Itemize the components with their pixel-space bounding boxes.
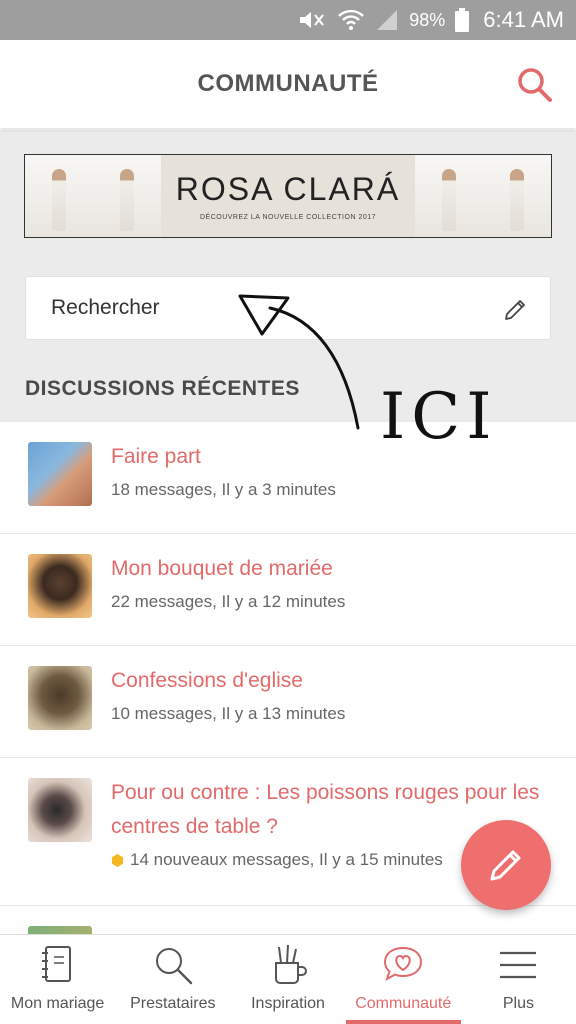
banner-area: ROSA CLARÁ DÉCOUVREZ LA NOUVELLE COLLECT… [0, 130, 576, 262]
wifi-icon [337, 8, 365, 32]
banner-photo [483, 155, 551, 237]
nav-item-inspiration[interactable]: Inspiration [230, 935, 345, 1024]
status-bar: 98% 6:41 AM [0, 0, 576, 40]
menu-icon [500, 951, 537, 979]
discussion-meta: 10 messages, Il y a 13 minutes [111, 704, 346, 723]
section-header: DISCUSSIONS RÉCENTES [0, 356, 576, 422]
list-item[interactable] [0, 906, 576, 934]
new-discussion-button[interactable] [461, 820, 551, 910]
avatar [28, 554, 92, 618]
avatar [28, 926, 92, 934]
search-button[interactable] [516, 66, 554, 104]
new-badge-icon [111, 853, 124, 867]
search-area: Rechercher [0, 262, 576, 356]
notebook-icon [41, 946, 71, 982]
brush-cup-icon [275, 944, 307, 984]
signal-icon [375, 9, 399, 31]
search-placeholder: Rechercher [51, 296, 160, 319]
nav-label: Communauté [355, 995, 452, 1012]
nav-label: Inspiration [251, 995, 325, 1012]
pencil-icon[interactable] [502, 297, 528, 323]
banner-brand: ROSA CLARÁ [175, 171, 401, 207]
battery-percent: 98% [409, 9, 446, 30]
heart-chat-icon [384, 946, 423, 982]
battery-icon [455, 8, 470, 32]
discussion-meta: 18 messages, Il y a 3 minutes [111, 480, 336, 499]
banner-photo [25, 155, 93, 237]
banner-photo [93, 155, 161, 237]
bottom-navigation: Mon mariage Prestataires Inspiration Com… [0, 934, 576, 1024]
section-title: DISCUSSIONS RÉCENTES [25, 377, 300, 400]
nav-item-communaute[interactable]: Communauté [345, 935, 462, 1024]
list-item[interactable]: Confessions d'eglise 10 messages, Il y a… [0, 646, 576, 758]
app-header: COMMUNAUTÉ [0, 40, 576, 128]
banner-tagline: DÉCOUVREZ LA NOUVELLE COLLECTION 2017 [199, 214, 377, 221]
avatar [28, 778, 92, 842]
discussion-title[interactable]: Confessions d'eglise [111, 664, 546, 698]
nav-item-mon-mariage[interactable]: Mon mariage [0, 935, 115, 1024]
discussion-meta: 14 nouveaux messages, Il y a 15 minutes [130, 850, 443, 869]
nav-item-prestataires[interactable]: Prestataires [115, 935, 230, 1024]
avatar [28, 442, 92, 506]
page-title: COMMUNAUTÉ [197, 70, 379, 97]
search-icon [155, 948, 192, 985]
pencil-icon [490, 850, 521, 881]
nav-label: Plus [502, 995, 534, 1012]
ad-banner[interactable]: ROSA CLARÁ DÉCOUVREZ LA NOUVELLE COLLECT… [24, 154, 552, 238]
search-icon [518, 68, 552, 102]
banner-center: ROSA CLARÁ DÉCOUVREZ LA NOUVELLE COLLECT… [161, 155, 415, 237]
nav-item-plus[interactable]: Plus [461, 935, 576, 1024]
nav-label: Mon mariage [10, 995, 105, 1012]
discussion-meta: 22 messages, Il y a 12 minutes [111, 592, 346, 611]
clock: 6:41 AM [483, 7, 564, 32]
avatar [28, 666, 92, 730]
discussion-title[interactable]: Faire part [111, 440, 546, 474]
list-item[interactable]: Faire part 18 messages, Il y a 3 minutes [0, 422, 576, 534]
nav-label: Prestataires [130, 995, 216, 1012]
discussion-title[interactable]: Mon bouquet de mariée [111, 552, 546, 586]
banner-photo [415, 155, 483, 237]
search-input[interactable]: Rechercher [25, 276, 551, 340]
list-item[interactable]: Mon bouquet de mariée 22 messages, Il y … [0, 534, 576, 646]
mute-icon [297, 9, 327, 31]
